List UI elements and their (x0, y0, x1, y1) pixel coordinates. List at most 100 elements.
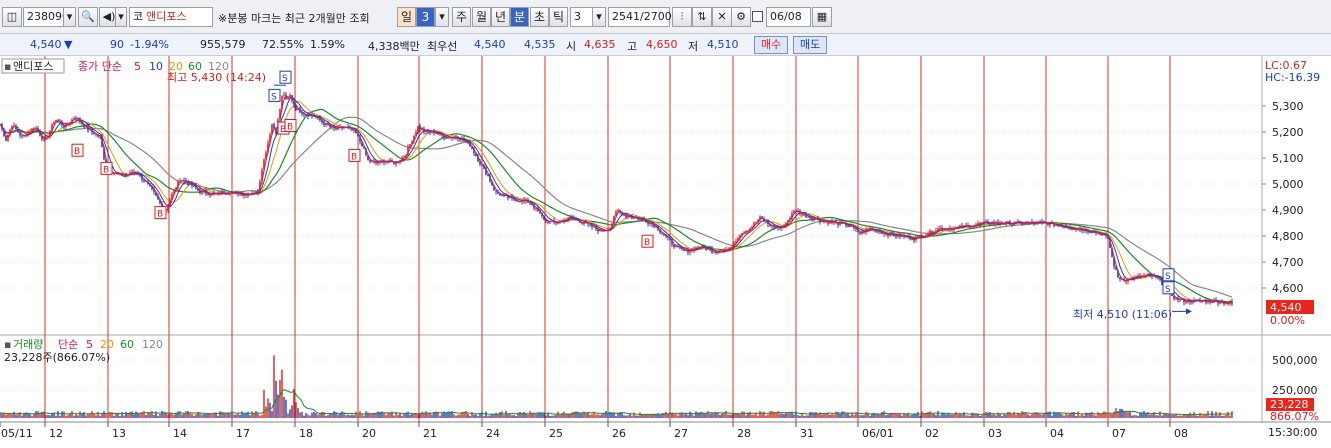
volume-bar (733, 413, 735, 418)
volume-bar (1127, 412, 1129, 418)
volume-bar (887, 414, 889, 418)
volume-bar (1195, 415, 1197, 418)
volume-bar (417, 414, 419, 418)
volume-bar (685, 413, 687, 418)
volume-legend-prefix: 단순 (58, 338, 78, 351)
y-tick-label: 4,800 (1272, 230, 1304, 243)
volume-bar (361, 414, 363, 418)
day-count-dropdown-icon[interactable]: ▾ (435, 7, 449, 27)
calendar-icon[interactable]: ▦ (812, 7, 832, 27)
volume-bar (205, 414, 207, 418)
period-second[interactable]: 초 (530, 7, 549, 27)
date-checkbox[interactable] (752, 11, 763, 22)
gear-icon[interactable]: ⚙ (731, 7, 751, 27)
chart-area[interactable]: 05/11 12 13 14 17 18 20 21 24 25 26 27 28 31 06/01 02 03… (0, 56, 1331, 448)
volume-bar (1075, 415, 1077, 418)
ask-value: 4,540 (474, 38, 506, 51)
x-tick-label: 21 (423, 427, 437, 440)
volume-bar (483, 415, 485, 418)
compare-icon[interactable]: ⇅ (692, 7, 712, 27)
x-tick-label: 28 (737, 427, 751, 440)
low-label: 저 (688, 40, 699, 53)
period-week[interactable]: 주 (452, 7, 471, 27)
x-tick-label: 13 (112, 427, 126, 440)
volume-bar (859, 415, 861, 418)
sell-button[interactable]: 매도 (793, 36, 828, 54)
volume-bar (745, 415, 747, 418)
count-field[interactable]: 2541/2700 (608, 7, 672, 27)
panel-menu-icon[interactable]: ▪ (4, 60, 11, 73)
volume-bar (145, 414, 147, 418)
volume-bar (749, 411, 751, 418)
volume-bar (231, 411, 233, 418)
date-field[interactable]: 06/08 (766, 7, 811, 27)
buy-marker-label: B (74, 147, 80, 157)
volume-bar (623, 415, 625, 418)
candle-body (21, 135, 23, 137)
volume-bar (571, 412, 573, 418)
sound-dropdown-icon[interactable]: ▾ (115, 7, 127, 27)
volume-bar (715, 412, 717, 418)
volume-current: 23,228주(866.07%) (4, 351, 110, 364)
candle-body (193, 185, 195, 187)
volume-bar (1, 413, 3, 418)
period-minute[interactable]: 분 (510, 7, 529, 27)
volume-bar (261, 414, 263, 418)
price-panel[interactable] (0, 56, 1262, 334)
volume-bar (133, 414, 135, 418)
crosshair-icon[interactable]: ✕ (712, 7, 732, 27)
volume-bar (1013, 412, 1015, 418)
volume-bar (931, 413, 933, 418)
volume-bar (259, 415, 261, 418)
volume-panel[interactable] (0, 336, 1262, 422)
volume-bar (1029, 415, 1031, 418)
x-tick-label: 03 (988, 427, 1002, 440)
search-icon[interactable]: 🔍 (78, 7, 98, 27)
volume-bar (1189, 412, 1191, 418)
volume-bar (457, 414, 459, 418)
volume-bar (1077, 411, 1079, 418)
volume-bar (253, 413, 255, 418)
volume-panel-menu-icon[interactable]: ▪ (4, 338, 11, 351)
volume-bar (27, 414, 29, 418)
candle-body (895, 235, 897, 237)
volume-bar (487, 415, 489, 418)
layout-icon[interactable]: ◫ (2, 7, 22, 27)
volume-bar (1221, 415, 1223, 418)
volume-bar (519, 412, 521, 418)
interval-dropdown-icon[interactable]: ▾ (592, 7, 606, 27)
volume-bar (557, 411, 559, 418)
stock-name-field[interactable]: 코 앤디포스 (129, 7, 213, 27)
volume-bar (767, 414, 769, 418)
volume-bar (897, 413, 899, 418)
volume-bar (181, 414, 183, 418)
code-dropdown-icon[interactable]: ▾ (63, 7, 76, 27)
period-tick[interactable]: 틱 (549, 7, 568, 27)
indicator-icon[interactable]: ⫶ (672, 7, 692, 27)
volume-bar (1171, 414, 1173, 418)
volume-bar (757, 415, 759, 418)
volume-bar (347, 414, 349, 418)
volume-bar (1123, 411, 1125, 418)
volume-bar (383, 413, 385, 418)
volume-bar (1227, 411, 1229, 418)
volume-bar (1079, 415, 1081, 418)
volume-bar (263, 389, 265, 418)
volume-bar (235, 414, 237, 418)
day-count-field[interactable]: 3 (416, 7, 435, 27)
period-year[interactable]: 년 (491, 7, 510, 27)
candle-body (1219, 302, 1221, 304)
volume-bar (315, 413, 317, 418)
buy-button[interactable]: 매수 (754, 36, 789, 54)
volume-bar (397, 414, 399, 418)
volume-bar (49, 415, 51, 418)
x-tick-label: 17 (236, 427, 250, 440)
high-annotation: 최고 5,430 (14:24) (167, 71, 266, 84)
interval-field[interactable]: 3 (570, 7, 594, 27)
volume-bar (77, 415, 79, 418)
period-day[interactable]: 일 (397, 7, 416, 27)
x-tick-label: 20 (362, 427, 376, 440)
volume-bar (63, 411, 65, 418)
volume-bar (1039, 414, 1041, 418)
period-month[interactable]: 월 (472, 7, 491, 27)
